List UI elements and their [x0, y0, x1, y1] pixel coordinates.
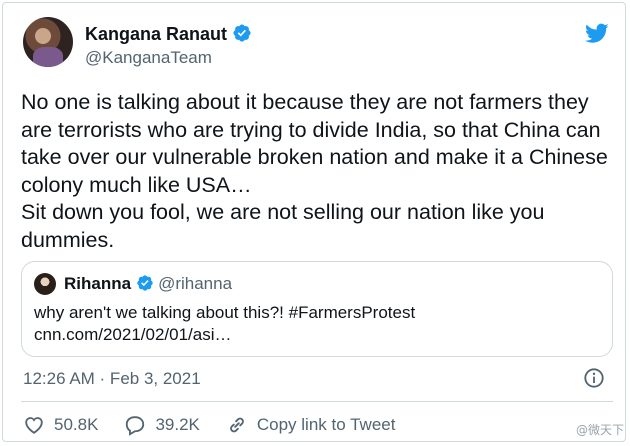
- author-name[interactable]: Kangana Ranaut: [85, 24, 227, 44]
- tweet-text-line: Sit down you fool, we are not selling ou…: [21, 200, 545, 224]
- reply-icon: [126, 416, 145, 436]
- tweet-card: Kangana Ranaut @KanganaTeam No one is ta…: [2, 2, 626, 442]
- reply-count: 39.2K: [155, 415, 200, 434]
- tweet-text: No one is talking about it because they …: [21, 89, 617, 254]
- reply-button[interactable]: 39.2K: [124, 414, 200, 436]
- tweet-text-line: No one is talking about it because they …: [21, 90, 589, 114]
- verified-badge-icon: [233, 24, 251, 42]
- quoted-author-row: Rihanna @rihanna: [64, 274, 232, 294]
- quoted-tweet-body: why aren't we talking about this?! #Farm…: [34, 303, 416, 322]
- copy-link-label: Copy link to Tweet: [256, 415, 396, 434]
- tweet-text-line: are terrorists who are trying to divide …: [21, 117, 601, 142]
- quoted-tweet[interactable]: Rihanna @rihanna why aren't we talking ab…: [21, 261, 613, 357]
- tweet-text-line: take over our vulnerable broken nation a…: [21, 145, 608, 169]
- quoted-author-handle: @rihanna: [158, 274, 233, 293]
- divider: [21, 401, 613, 402]
- heart-icon: [25, 417, 43, 434]
- tweet-timestamp[interactable]: 12:26 AM · Feb 3, 2021: [23, 369, 201, 389]
- quoted-tweet-text: why aren't we talking about this?! #Farm…: [34, 302, 415, 346]
- watermark: @微天下: [575, 423, 624, 437]
- tweet-actions: 50.8K 39.2K Copy link to Tweet: [23, 413, 421, 437]
- info-icon[interactable]: [583, 367, 605, 389]
- link-icon: [230, 417, 244, 433]
- quoted-author-name: Rihanna: [64, 274, 132, 293]
- author-name-row[interactable]: Kangana Ranaut: [85, 23, 252, 45]
- author-handle[interactable]: @KanganaTeam: [85, 48, 212, 68]
- tweet-text-line: dummies.: [21, 227, 115, 252]
- quoted-tweet-link[interactable]: cnn.com/2021/02/01/asi…: [34, 324, 415, 346]
- copy-link-button[interactable]: Copy link to Tweet: [226, 414, 396, 436]
- like-count: 50.8K: [54, 415, 99, 434]
- quoted-author-avatar: [34, 273, 56, 295]
- tweet-text-line: colony much like USA…: [21, 172, 252, 197]
- author-avatar[interactable]: [23, 17, 73, 67]
- like-button[interactable]: 50.8K: [23, 414, 98, 436]
- verified-badge-icon: [137, 275, 153, 291]
- twitter-bird-icon[interactable]: [583, 21, 611, 45]
